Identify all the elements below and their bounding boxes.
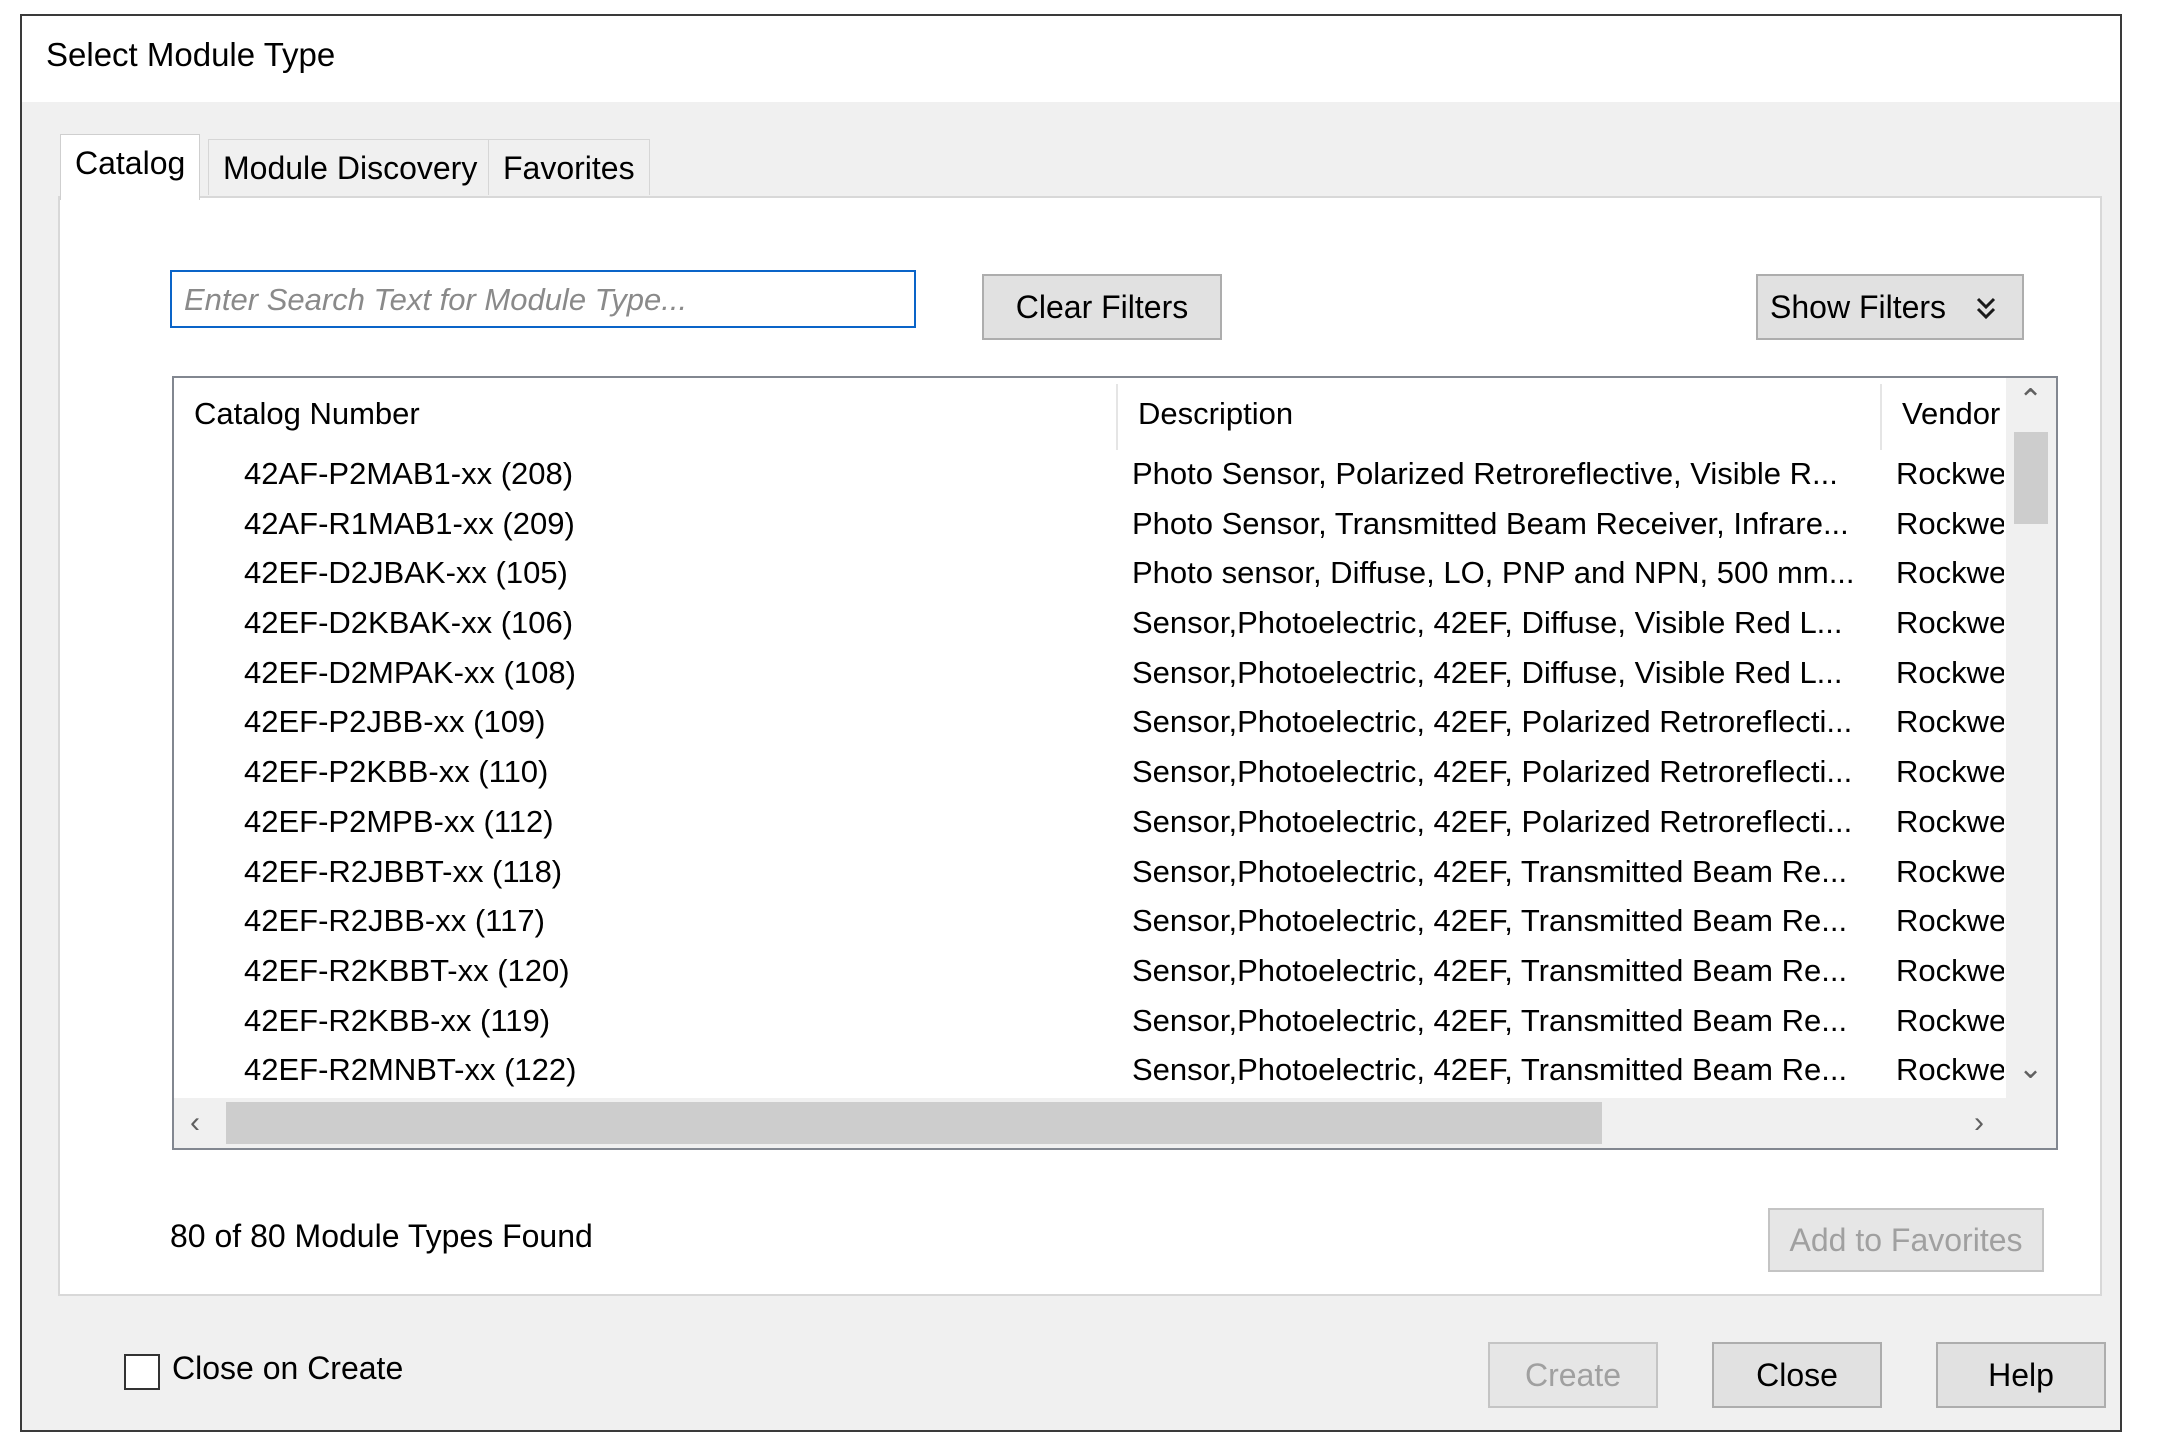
close-label: Close — [1756, 1357, 1838, 1393]
table-row[interactable]: 42AF-R1MAB1-xx (209) Photo Sensor, Transm… — [174, 500, 2006, 550]
dialog-title: Select Module Type — [46, 36, 336, 73]
vertical-scroll-thumb[interactable] — [2014, 432, 2048, 524]
add-to-favorites-button[interactable]: Add to Favorites — [1768, 1208, 2044, 1272]
help-button[interactable]: Help — [1936, 1342, 2106, 1408]
catalog-number-cell: 42EF-R2JBB-xx (117) — [244, 903, 545, 939]
table-row[interactable]: 42EF-R2MNBT-xx (122) Sensor,Photoelectric… — [174, 1046, 2006, 1096]
select-module-type-dialog: Select Module Type Catalog Module Discov… — [20, 14, 2122, 1432]
catalog-tab-panel: Enter Search Text for Module Type... Cle… — [58, 196, 2102, 1296]
scroll-down-icon[interactable]: ⌄ — [2018, 1054, 2043, 1084]
vendor-cell: Rockwe — [1896, 903, 2004, 939]
vendor-cell: Rockwe — [1896, 654, 2004, 690]
vendor-cell: Rockwe — [1896, 555, 2004, 591]
column-header-catalog-number[interactable]: Catalog Number — [174, 378, 1116, 450]
description-cell: Sensor,Photoelectric, 42EF, Transmitted … — [1132, 1002, 1848, 1038]
close-button[interactable]: Close — [1712, 1342, 1882, 1408]
catalog-number-cell: 42EF-P2JBB-xx (109) — [244, 704, 546, 740]
description-cell: Sensor,Photoelectric, 42EF, Transmitted … — [1132, 903, 1848, 939]
catalog-number-cell: 42EF-P2KBB-xx (110) — [244, 754, 549, 790]
table-row[interactable]: 42EF-D2KBAK-xx (106) Sensor,Photoelectric… — [174, 599, 2006, 649]
show-filters-button[interactable]: Show Filters — [1756, 274, 2024, 340]
catalog-number-cell: 42EF-P2MPB-xx (112) — [244, 803, 554, 839]
description-cell: Sensor,Photoelectric, 42EF, Polarized Re… — [1132, 704, 1853, 740]
scroll-left-icon[interactable]: ‹ — [190, 1108, 200, 1138]
table-row[interactable]: 42EF-D2JBAK-xx (105) Photo sensor, Diffus… — [174, 549, 2006, 599]
catalog-number-cell: 42EF-R2MNBT-xx (122) — [244, 1052, 577, 1088]
description-cell: Sensor,Photoelectric, 42EF, Polarized Re… — [1132, 754, 1853, 790]
catalog-number-cell: 42EF-R2KBB-xx (119) — [244, 1002, 551, 1038]
description-cell: Sensor,Photoelectric, 42EF, Diffuse, Vis… — [1132, 605, 1843, 641]
catalog-number-cell: 42EF-R2KBBT-xx (120) — [244, 952, 570, 988]
double-chevron-down-icon — [1976, 297, 1996, 320]
catalog-number-cell: 42EF-D2KBAK-xx (106) — [244, 605, 574, 641]
vendor-cell: Rockwe — [1896, 853, 2004, 889]
table-row[interactable]: 42AF-P2MAB1-xx (208) Photo Sensor, Polari… — [174, 450, 2006, 500]
column-header-description[interactable]: Description — [1118, 378, 1880, 450]
scrollbar-corner — [2006, 1098, 2056, 1148]
grid-rows: 42AF-P2MAB1-xx (208) Photo Sensor, Polari… — [174, 450, 2006, 1096]
vendor-cell: Rockwe — [1896, 505, 2004, 541]
catalog-number-cell: 42EF-D2MPAK-xx (108) — [244, 654, 576, 690]
vendor-cell: Rockwe — [1896, 754, 2004, 790]
search-input[interactable]: Enter Search Text for Module Type... — [170, 270, 916, 328]
scroll-up-icon[interactable]: ⌃ — [2018, 386, 2043, 416]
module-count-status: 80 of 80 Module Types Found — [170, 1218, 593, 1254]
vendor-cell: Rockwe — [1896, 456, 2004, 491]
description-cell: Sensor,Photoelectric, 42EF, Polarized Re… — [1132, 803, 1853, 839]
catalog-number-cell: 42EF-R2JBBT-xx (118) — [244, 853, 563, 889]
catalog-number-cell: 42EF-D2JBAK-xx (105) — [244, 555, 568, 591]
vertical-scrollbar[interactable]: ⌃ ⌄ — [2006, 378, 2056, 1098]
close-on-create-checkbox[interactable] — [124, 1354, 160, 1390]
close-on-create-label: Close on Create — [172, 1350, 404, 1386]
help-label: Help — [1988, 1357, 2054, 1393]
add-to-favorites-label: Add to Favorites — [1789, 1222, 2023, 1258]
dialog-titlebar: Select Module Type — [22, 16, 2120, 102]
clear-filters-label: Clear Filters — [1015, 289, 1189, 325]
vendor-cell: Rockwe — [1896, 952, 2004, 988]
description-cell: Photo sensor, Diffuse, LO, PNP and NPN, … — [1132, 555, 1855, 591]
table-row[interactable]: 42EF-R2KBBT-xx (120) Sensor,Photoelectric… — [174, 947, 2006, 997]
create-label: Create — [1524, 1357, 1622, 1393]
description-cell: Sensor,Photoelectric, 42EF, Transmitted … — [1132, 952, 1848, 988]
column-header-vendor[interactable]: Vendor — [1882, 378, 2006, 450]
scroll-right-icon[interactable]: › — [1974, 1108, 1984, 1138]
description-cell: Sensor,Photoelectric, 42EF, Transmitted … — [1132, 853, 1848, 889]
catalog-number-cell: 42AF-P2MAB1-xx (208) — [244, 456, 574, 491]
table-row[interactable]: 42EF-P2KBB-xx (110) Sensor,Photoelectric,… — [174, 748, 2006, 798]
description-cell: Photo Sensor, Polarized Retroreflective,… — [1132, 456, 1838, 491]
clear-filters-button[interactable]: Clear Filters — [982, 274, 1222, 340]
vendor-cell: Rockwe — [1896, 1002, 2004, 1038]
horizontal-scroll-thumb[interactable] — [226, 1102, 1602, 1144]
catalog-number-cell: 42AF-R1MAB1-xx (209) — [244, 505, 575, 541]
table-row[interactable]: 42EF-R2KBB-xx (119) Sensor,Photoelectric,… — [174, 997, 2006, 1047]
table-row[interactable]: 42EF-P2MPB-xx (112) Sensor,Photoelectric,… — [174, 798, 2006, 848]
description-cell: Sensor,Photoelectric, 42EF, Diffuse, Vis… — [1132, 654, 1843, 690]
table-row[interactable]: 42EF-R2JBBT-xx (118) Sensor,Photoelectric… — [174, 848, 2006, 898]
tab-favorites[interactable]: Favorites — [488, 139, 650, 195]
vendor-cell: Rockwe — [1896, 704, 2004, 740]
table-row[interactable]: 42EF-R2JBB-xx (117) Sensor,Photoelectric,… — [174, 897, 2006, 947]
create-button[interactable]: Create — [1488, 1342, 1658, 1408]
description-cell: Sensor,Photoelectric, 42EF, Transmitted … — [1132, 1052, 1848, 1088]
table-row[interactable]: 42EF-D2MPAK-xx (108) Sensor,Photoelectric… — [174, 649, 2006, 699]
description-cell: Photo Sensor, Transmitted Beam Receiver,… — [1132, 505, 1849, 541]
horizontal-scrollbar[interactable]: ‹ › — [174, 1098, 2006, 1148]
vendor-cell: Rockwe — [1896, 605, 2004, 641]
table-row[interactable]: 42EF-P2JBB-xx (109) Sensor,Photoelectric,… — [174, 698, 2006, 748]
vendor-cell: Rockwe — [1896, 803, 2004, 839]
module-type-grid[interactable]: Catalog Number Description Vendor 42AF-P… — [172, 376, 2058, 1150]
tab-module-discovery[interactable]: Module Discovery — [208, 139, 493, 195]
tab-catalog[interactable]: Catalog — [60, 134, 201, 200]
search-placeholder: Enter Search Text for Module Type... — [184, 282, 688, 317]
vendor-cell: Rockwe — [1896, 1052, 2004, 1088]
show-filters-label: Show Filters — [1770, 289, 1947, 325]
